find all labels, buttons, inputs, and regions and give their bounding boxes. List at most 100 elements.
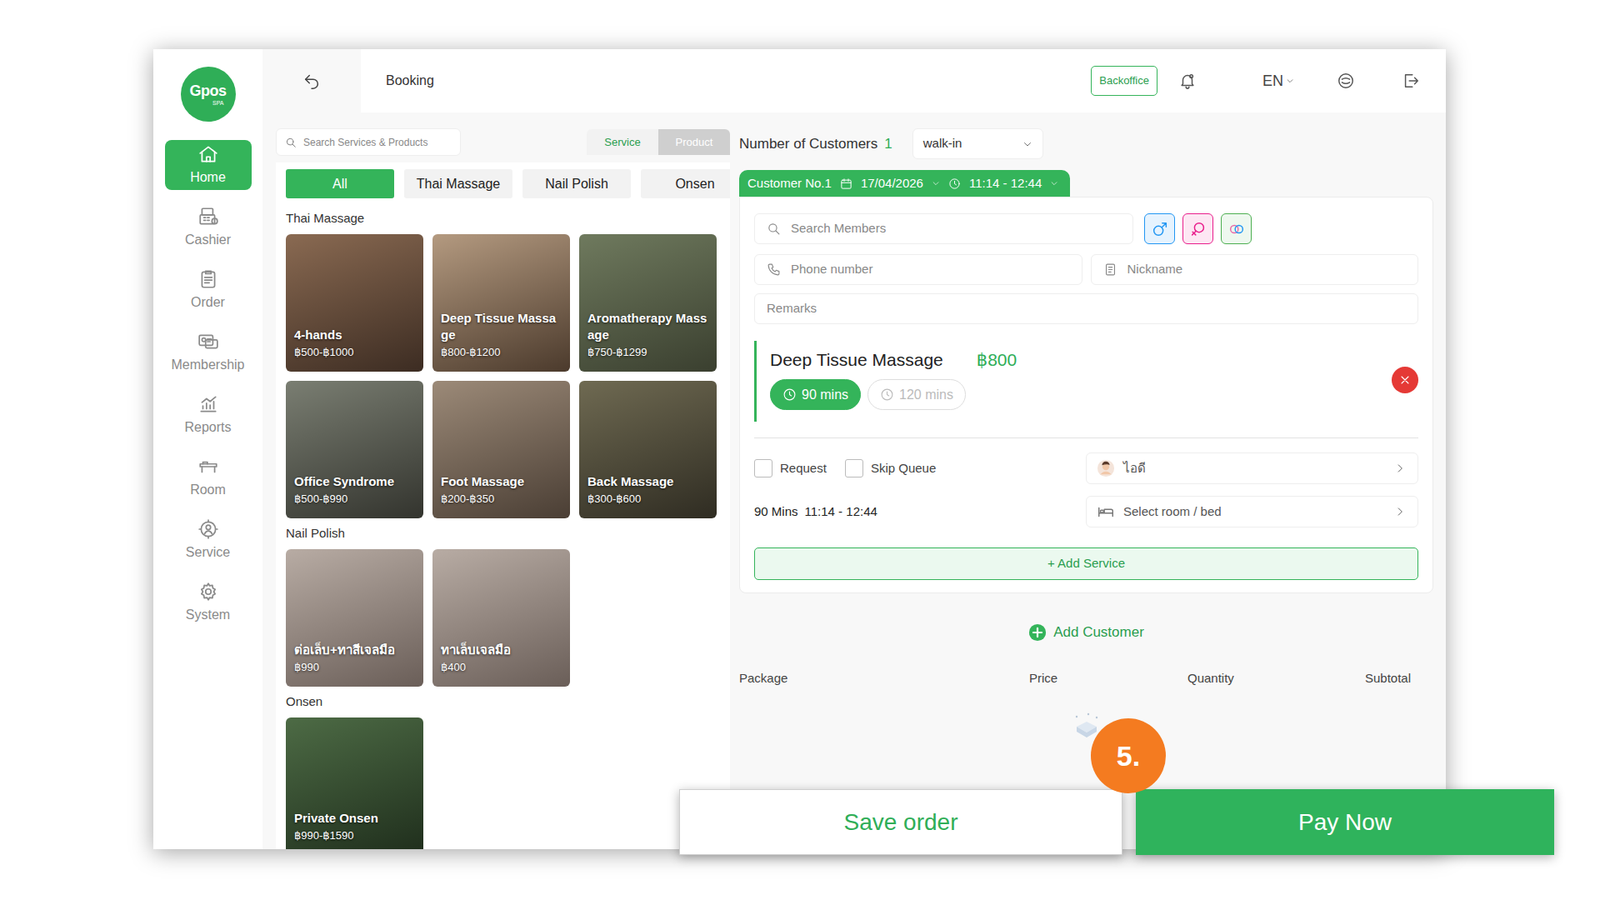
app-window: GposSPA Home Cashier Order Membership Reports…	[153, 49, 1446, 850]
service-name: ทาเล็บเจลมือ	[440, 641, 562, 659]
duration-option[interactable]: 90 mins	[770, 379, 861, 410]
selected-service-price: ฿800	[976, 349, 1017, 371]
sidebar-label: Cashier	[185, 230, 231, 250]
room-icon	[197, 455, 220, 478]
save-order-button[interactable]: Save order	[679, 789, 1123, 855]
category-tab[interactable]: Onsen	[640, 169, 730, 199]
customer-type-select[interactable]: walk-in	[912, 128, 1044, 160]
service-name: ต่อเล็บ+ทาสีเจลมือ	[294, 641, 415, 659]
service-card[interactable]: Private Onsen฿990-฿1590	[285, 717, 424, 850]
request-label: Request	[780, 459, 827, 479]
service-card[interactable]: 4-hands฿500-฿1000	[285, 234, 424, 372]
add-service-button[interactable]: + Add Service	[754, 547, 1419, 580]
service-card[interactable]: Deep Tissue Massage฿800-฿1200	[432, 234, 570, 372]
sidebar-label: Room	[190, 480, 226, 500]
service-price: ฿200-฿350	[440, 491, 562, 507]
remove-service-button[interactable]	[1391, 366, 1419, 394]
add-customer-button[interactable]: Add Customer	[1028, 621, 1145, 644]
request-checkbox[interactable]	[754, 459, 773, 478]
service-card[interactable]: Aromatherapy Massage฿750-฿1299	[579, 234, 717, 372]
service-name: Aromatherapy Massage	[587, 310, 709, 344]
sidebar-item[interactable]: Home	[165, 140, 252, 190]
service-name: Office Syndrome	[294, 473, 415, 490]
settings-circle-icon[interactable]	[1336, 71, 1355, 90]
therapist-select[interactable]: ไอดี	[1085, 452, 1419, 485]
category-tab[interactable]: All	[285, 169, 395, 199]
room-select[interactable]: Select room / bed	[1085, 495, 1419, 528]
language-select[interactable]: EN	[1262, 70, 1295, 93]
room-label: Select room / bed	[1123, 502, 1222, 522]
chevron-down-icon	[1285, 76, 1295, 85]
logo-sub: SPA	[212, 100, 225, 106]
catalog-search-input[interactable]	[303, 135, 452, 150]
service-card[interactable]: Office Syndrome฿500-฿990	[285, 380, 424, 519]
chevron-right-icon	[1394, 505, 1406, 518]
logo[interactable]: GposSPA	[180, 66, 236, 122]
sidebar-item[interactable]: Order	[165, 265, 252, 315]
phone-input[interactable]	[790, 260, 1070, 280]
bed-icon	[1096, 502, 1115, 521]
order-icon	[197, 268, 220, 290]
undo-icon	[302, 71, 321, 90]
sidebar-item[interactable]: Cashier	[165, 202, 252, 253]
section-title: Onsen	[285, 686, 717, 718]
duration-option[interactable]: 120 mins	[867, 379, 966, 410]
calendar-icon	[840, 177, 853, 190]
service-card[interactable]: Back Massage฿300-฿600	[579, 380, 717, 519]
mode-tab[interactable]: Product	[658, 129, 730, 155]
skip-queue-checkbox[interactable]	[845, 459, 864, 478]
clock-icon	[880, 387, 895, 402]
service-price: ฿990	[294, 660, 415, 675]
remarks-input[interactable]	[766, 299, 1406, 319]
service-price: ฿300-฿600	[587, 491, 709, 507]
column-header: Package	[739, 670, 1030, 687]
phone-icon	[766, 262, 781, 277]
section-title: Nail Polish	[285, 518, 717, 550]
service-name: Private Onsen	[294, 810, 415, 827]
service-card[interactable]: Foot Massage฿200-฿350	[432, 380, 570, 519]
sidebar-item[interactable]: System	[165, 577, 252, 628]
sidebar-item[interactable]: Service	[165, 515, 252, 565]
service-price: ฿750-฿1299	[587, 345, 709, 360]
nickname-input[interactable]	[1127, 260, 1407, 280]
male-icon	[1150, 220, 1170, 239]
column-header: Price	[1029, 670, 1188, 687]
customer-tab[interactable]: Customer No.117/04/202611:14 - 12:44	[739, 170, 1070, 197]
backoffice-button[interactable]: Backoffice	[1090, 65, 1158, 96]
bell-icon[interactable]	[1178, 71, 1197, 90]
therapist-name: ไอดี	[1123, 459, 1146, 479]
home-icon	[197, 143, 220, 165]
customers-count: 1	[884, 133, 892, 155]
male-button[interactable]	[1144, 213, 1175, 245]
sidebar-item[interactable]: Reports	[165, 390, 252, 440]
mode-toggle: ServiceProduct	[586, 129, 730, 155]
member-search-field	[754, 213, 1134, 245]
skip-queue-option[interactable]: Skip Queue	[845, 459, 936, 479]
member-search-input[interactable]	[790, 219, 1121, 239]
female-button[interactable]	[1182, 213, 1214, 245]
back-button[interactable]	[262, 49, 361, 113]
category-tabs: All Thai Massage Nail Polish Onsen	[285, 169, 730, 199]
sidebar-item[interactable]: Membership	[165, 327, 252, 378]
cashier-icon	[197, 205, 220, 228]
id-card-icon	[1103, 262, 1118, 277]
logout-icon[interactable]	[1401, 71, 1420, 90]
nickname-field	[1090, 254, 1420, 285]
mode-tab[interactable]: Service	[586, 129, 659, 155]
system-icon	[197, 580, 220, 603]
top-bar: BookingBackofficeEN	[262, 49, 1446, 113]
search-icon	[766, 221, 781, 236]
service-price: ฿500-฿990	[294, 491, 415, 507]
other-gender-button[interactable]	[1220, 213, 1252, 245]
pay-now-button[interactable]: Pay Now	[1135, 789, 1555, 855]
category-tab[interactable]: Nail Polish	[522, 169, 631, 199]
catalog-panel: ServiceProduct All Thai Massage Nail Polish…	[262, 112, 730, 850]
sidebar-item[interactable]: Room	[165, 452, 252, 503]
request-option[interactable]: Request	[754, 459, 827, 479]
column-header: Quantity	[1187, 670, 1365, 687]
sidebar: GposSPA Home Cashier Order Membership Reports…	[153, 49, 263, 850]
clock-icon	[948, 177, 961, 190]
service-card[interactable]: ทาเล็บเจลมือ฿400	[432, 549, 570, 687]
category-tab[interactable]: Thai Massage	[404, 169, 513, 199]
service-card[interactable]: ต่อเล็บ+ทาสีเจลมือ฿990	[285, 549, 424, 687]
